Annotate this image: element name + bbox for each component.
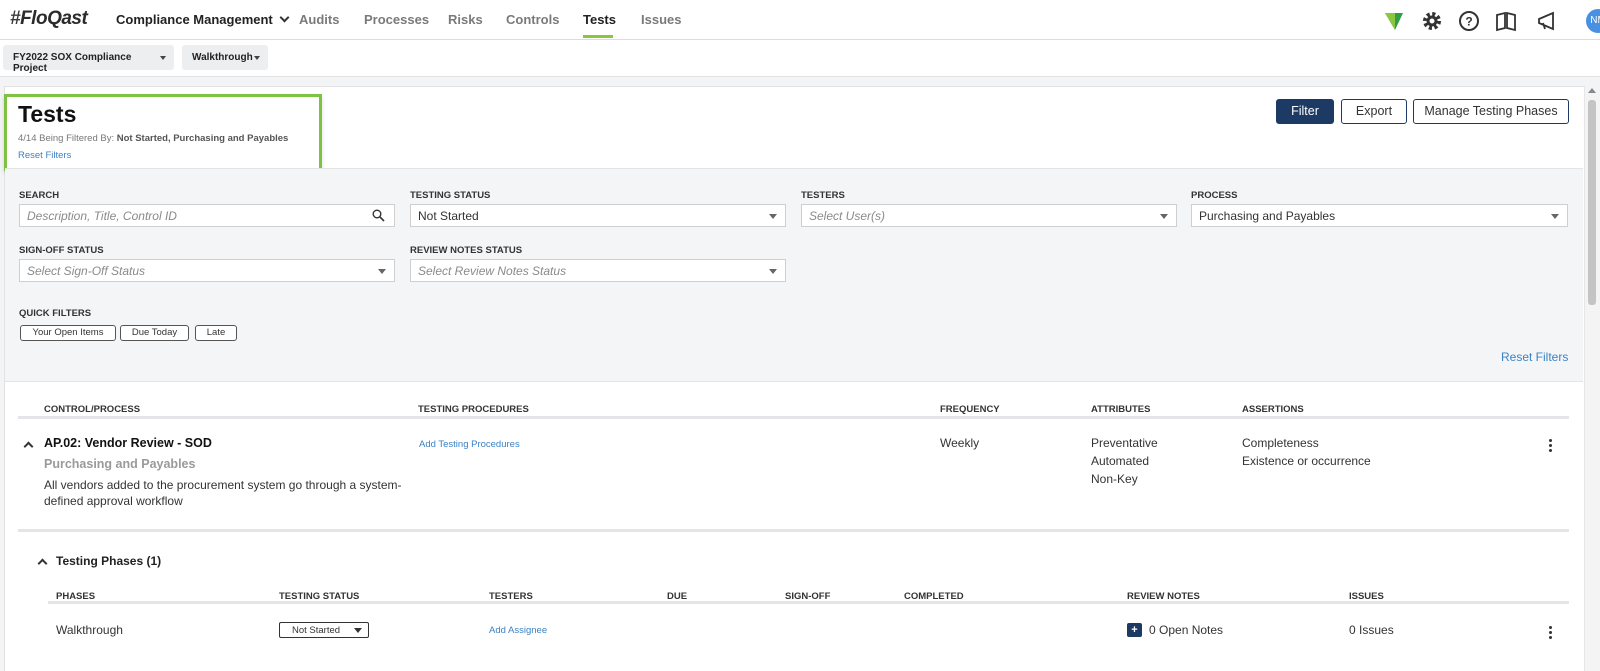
quick-filters-label: QUICK FILTERS [19,308,92,319]
signoff-status-label: SIGN-OFF STATUS [19,245,104,256]
dropdown-arrow-icon [769,214,777,219]
phase-selector[interactable]: Walkthrough [182,45,268,70]
phase-header-divider [48,601,1569,604]
active-tab-indicator [583,35,613,38]
svg-text:?: ? [1465,15,1472,29]
review-notes-status-select[interactable]: Select Review Notes Status [410,259,786,282]
add-assignee-link[interactable]: Add Assignee [489,625,547,636]
project-selector[interactable]: FY2022 SOX Compliance Project [3,45,174,74]
column-header-attributes: ATTRIBUTES [1091,404,1151,415]
manage-testing-phases-button[interactable]: Manage Testing Phases [1413,99,1569,124]
quick-filter-your-open-items[interactable]: Your Open Items [20,325,116,341]
assertion-value: Completeness [1242,436,1319,450]
reset-filters-link[interactable]: Reset Filters [1501,350,1568,364]
nav-risks[interactable]: Risks [448,12,483,27]
testers-select[interactable]: Select User(s) [801,204,1177,227]
filter-summary: 4/14 Being Filtered By: Not Started, Pur… [18,133,289,144]
help-icon[interactable]: ? [1458,10,1480,32]
reset-filters-link-top[interactable]: Reset Filters [18,150,71,161]
nav-issues[interactable]: Issues [641,12,681,27]
signoff-status-select[interactable]: Select Sign-Off Status [19,259,395,282]
chevron-down-icon [279,12,290,23]
open-notes-count[interactable]: 0 Open Notes [1149,623,1223,637]
nav-audits[interactable]: Audits [299,12,339,27]
dropdown-arrow-icon [354,628,362,633]
add-note-icon[interactable]: + [1127,623,1142,637]
dropdown-arrow-icon [1160,214,1168,219]
nav-processes[interactable]: Processes [364,12,429,27]
top-navigation: #FloQast Compliance Management Audits Pr… [0,0,1600,40]
module-switcher[interactable]: Compliance Management [116,12,290,27]
page-title: Tests [18,101,77,127]
phase-name: Walkthrough [56,623,123,637]
nav-tests[interactable]: Tests [583,12,616,27]
book-icon[interactable] [1495,10,1517,32]
dropdown-arrow-icon [1551,214,1559,219]
process-select[interactable]: Purchasing and Payables [1191,204,1568,227]
filter-button[interactable]: Filter [1276,99,1334,124]
issues-count[interactable]: 0 Issues [1349,623,1394,637]
attribute-value: Preventative [1091,436,1158,450]
settings-gear-icon[interactable] [1421,10,1443,32]
row-divider [18,529,1569,532]
caret-down-icon [254,56,260,60]
phase-more-options-icon[interactable] [1549,626,1553,641]
column-header-assertions: ASSERTIONS [1242,404,1304,415]
testing-phases-title: Testing Phases (1) [56,554,162,568]
testing-status-label: TESTING STATUS [410,190,491,201]
floqast-logo[interactable]: #FloQast [10,8,88,30]
frequency-value: Weekly [940,436,980,450]
export-button[interactable]: Export [1341,99,1407,124]
scroll-up-arrow[interactable] [1588,88,1596,93]
floqast-flag-icon[interactable] [1383,10,1405,32]
search-icon [372,209,385,222]
user-avatar[interactable]: NM [1586,9,1600,33]
announcements-icon[interactable] [1536,10,1558,32]
dropdown-arrow-icon [769,269,777,274]
control-title[interactable]: AP.02: Vendor Review - SOD [44,436,212,450]
scroll-thumb[interactable] [1588,100,1596,305]
column-header-control-process: CONTROL/PROCESS [44,404,141,415]
add-testing-procedures-link[interactable]: Add Testing Procedures [419,439,520,450]
column-header-frequency: FREQUENCY [940,404,1000,415]
control-process: Purchasing and Payables [44,457,196,471]
review-notes-status-label: REVIEW NOTES STATUS [410,245,523,256]
process-label: PROCESS [1191,190,1238,201]
search-label: SEARCH [19,190,60,201]
context-bar: FY2022 SOX Compliance Project Walkthroug… [0,40,1600,77]
row-more-options-icon[interactable] [1549,439,1553,454]
assertion-value: Existence or occurrence [1242,454,1371,468]
attribute-value: Automated [1091,454,1150,468]
nav-controls[interactable]: Controls [506,12,559,27]
search-input[interactable]: Description, Title, Control ID [19,204,395,227]
phase-status-select[interactable]: Not Started [279,622,369,638]
vertical-scrollbar[interactable] [1584,86,1598,671]
caret-down-icon [160,56,166,60]
testers-label: TESTERS [801,190,845,201]
dropdown-arrow-icon [378,269,386,274]
testing-status-select[interactable]: Not Started [410,204,786,227]
column-header-testing-procedures: TESTING PROCEDURES [418,404,529,415]
attribute-value: Non-Key [1091,472,1138,486]
table-header-divider [18,416,1569,419]
quick-filter-late[interactable]: Late [195,325,237,341]
control-description: All vendors added to the procurement sys… [44,478,402,508]
quick-filter-due-today[interactable]: Due Today [120,325,189,341]
